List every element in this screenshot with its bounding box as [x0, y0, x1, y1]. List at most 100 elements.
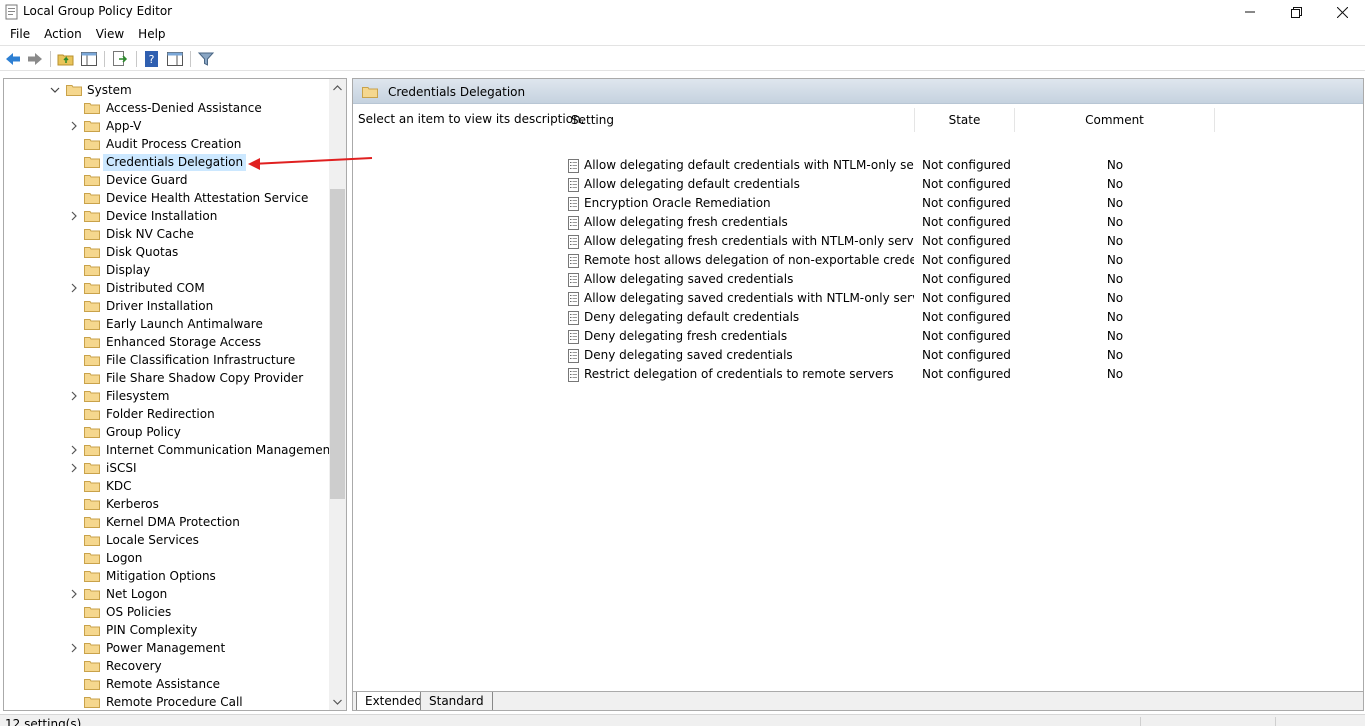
menu-view[interactable]: View — [89, 27, 131, 41]
tree-node[interactable]: Mitigation Options — [4, 567, 331, 585]
table-row[interactable]: Deny delegating fresh credentials Not con… — [556, 327, 1363, 346]
tree-node[interactable]: Locale Services — [4, 531, 331, 549]
filter-icon[interactable] — [197, 50, 215, 68]
tree-label[interactable]: File Classification Infrastructure — [103, 352, 298, 369]
tree-label[interactable]: Kernel DMA Protection — [103, 514, 243, 531]
forward-icon[interactable] — [26, 50, 44, 68]
tree-label[interactable]: iSCSI — [103, 460, 140, 477]
tree-label[interactable]: App-V — [103, 118, 144, 135]
tree-node[interactable]: iSCSI — [4, 459, 331, 477]
tree-node[interactable]: PIN Complexity — [4, 621, 331, 639]
tree-node-system[interactable]: System — [4, 81, 331, 99]
chevron-right-icon[interactable] — [69, 121, 79, 131]
tree-label[interactable]: KDC — [103, 478, 135, 495]
tree-label[interactable]: Disk NV Cache — [103, 226, 197, 243]
table-row[interactable]: Allow delegating saved credentials Not co… — [556, 270, 1363, 289]
tree-label[interactable]: Distributed COM — [103, 280, 208, 297]
tree-label[interactable]: Net Logon — [103, 586, 170, 603]
tree-label[interactable]: Remote Assistance — [103, 676, 223, 693]
column-header-state[interactable]: State — [915, 108, 1015, 132]
table-row[interactable]: Allow delegating default credentials wit… — [556, 156, 1363, 175]
menu-action[interactable]: Action — [37, 27, 89, 41]
chevron-right-icon[interactable] — [69, 283, 79, 293]
chevron-down-icon[interactable] — [50, 85, 60, 95]
tree-label[interactable]: Device Installation — [103, 208, 220, 225]
tree-node[interactable]: Disk NV Cache — [4, 225, 331, 243]
tree-label[interactable]: System — [84, 82, 135, 99]
tree-label-selected[interactable]: Credentials Delegation — [103, 154, 247, 171]
tree-node[interactable]: Group Policy — [4, 423, 331, 441]
table-row[interactable]: Allow delegating fresh credentials with … — [556, 232, 1363, 251]
export-list-icon[interactable] — [111, 50, 129, 68]
minimize-button[interactable] — [1227, 0, 1273, 24]
tree-node[interactable]: Remote Assistance — [4, 675, 331, 693]
column-header-comment[interactable]: Comment — [1015, 108, 1215, 132]
chevron-right-icon[interactable] — [69, 589, 79, 599]
tree-node[interactable]: File Classification Infrastructure — [4, 351, 331, 369]
tree-label[interactable]: Display — [103, 262, 153, 279]
tree-node[interactable]: Enhanced Storage Access — [4, 333, 331, 351]
tree-node[interactable]: Kernel DMA Protection — [4, 513, 331, 531]
tree-label[interactable]: Remote Procedure Call — [103, 694, 246, 710]
tree-node[interactable]: Recovery — [4, 657, 331, 675]
table-row[interactable]: Allow delegating saved credentials with … — [556, 289, 1363, 308]
tree-label[interactable]: Device Guard — [103, 172, 190, 189]
chevron-right-icon[interactable] — [69, 643, 79, 653]
tree-node[interactable]: Access-Denied Assistance — [4, 99, 331, 117]
tree-node[interactable]: App-V — [4, 117, 331, 135]
chevron-right-icon[interactable] — [69, 211, 79, 221]
tree-node[interactable]: Device Installation — [4, 207, 331, 225]
table-row[interactable]: Allow delegating fresh credentials Not co… — [556, 213, 1363, 232]
tree-label[interactable]: Driver Installation — [103, 298, 216, 315]
tree-label[interactable]: Internet Communication Management — [103, 442, 338, 459]
tree-label[interactable]: Mitigation Options — [103, 568, 219, 585]
scroll-up-arrow-icon[interactable] — [329, 79, 346, 96]
tree-label[interactable]: Power Management — [103, 640, 228, 657]
menu-help[interactable]: Help — [131, 27, 172, 41]
tree-label[interactable]: Locale Services — [103, 532, 202, 549]
tree-node[interactable]: Power Management — [4, 639, 331, 657]
restore-button[interactable] — [1273, 0, 1319, 24]
scroll-down-arrow-icon[interactable] — [329, 693, 346, 710]
tree-label[interactable]: PIN Complexity — [103, 622, 200, 639]
tree-node[interactable]: Early Launch Antimalware — [4, 315, 331, 333]
table-row[interactable]: Remote host allows delegation of non-exp… — [556, 251, 1363, 270]
table-row[interactable]: Deny delegating saved credentials Not con… — [556, 346, 1363, 365]
tree-node[interactable]: Folder Redirection — [4, 405, 331, 423]
close-button[interactable] — [1319, 0, 1365, 24]
properties-icon[interactable] — [166, 50, 184, 68]
tree-label[interactable]: File Share Shadow Copy Provider — [103, 370, 306, 387]
tree-label[interactable]: Kerberos — [103, 496, 162, 513]
tree-node[interactable]: Remote Procedure Call — [4, 693, 331, 710]
tree-label[interactable]: Logon — [103, 550, 145, 567]
tree-label[interactable]: Group Policy — [103, 424, 184, 441]
tree-node[interactable]: Kerberos — [4, 495, 331, 513]
scrollbar-thumb[interactable] — [330, 189, 345, 499]
tree-label[interactable]: OS Policies — [103, 604, 174, 621]
menu-file[interactable]: File — [3, 27, 37, 41]
back-icon[interactable] — [4, 50, 22, 68]
table-row[interactable]: Deny delegating default credentials Not c… — [556, 308, 1363, 327]
tree-label[interactable]: Disk Quotas — [103, 244, 181, 261]
table-row[interactable]: Encryption Oracle Remediation Not configu… — [556, 194, 1363, 213]
help-icon[interactable]: ? — [143, 50, 161, 68]
up-folder-icon[interactable] — [57, 50, 75, 68]
table-row[interactable]: Allow delegating default credentials Not … — [556, 175, 1363, 194]
settings-list[interactable]: Setting State Comment Allow delegating d… — [556, 104, 1363, 684]
tree-node[interactable]: Disk Quotas — [4, 243, 331, 261]
column-header-setting[interactable]: Setting — [556, 108, 915, 132]
tree-node[interactable]: Filesystem — [4, 387, 331, 405]
show-hide-tree-icon[interactable] — [80, 50, 98, 68]
tree-label[interactable]: Enhanced Storage Access — [103, 334, 264, 351]
tree-node[interactable]: Distributed COM — [4, 279, 331, 297]
tree-node[interactable]: Logon — [4, 549, 331, 567]
tree-label[interactable]: Filesystem — [103, 388, 172, 405]
tree-label[interactable]: Recovery — [103, 658, 165, 675]
tree-label[interactable]: Device Health Attestation Service — [103, 190, 311, 207]
tab-standard[interactable]: Standard — [420, 692, 493, 710]
chevron-right-icon[interactable] — [69, 463, 79, 473]
tree-node[interactable]: Net Logon — [4, 585, 331, 603]
tree-node[interactable]: Internet Communication Management — [4, 441, 335, 459]
chevron-right-icon[interactable] — [69, 391, 79, 401]
tree-node[interactable]: File Share Shadow Copy Provider — [4, 369, 331, 387]
